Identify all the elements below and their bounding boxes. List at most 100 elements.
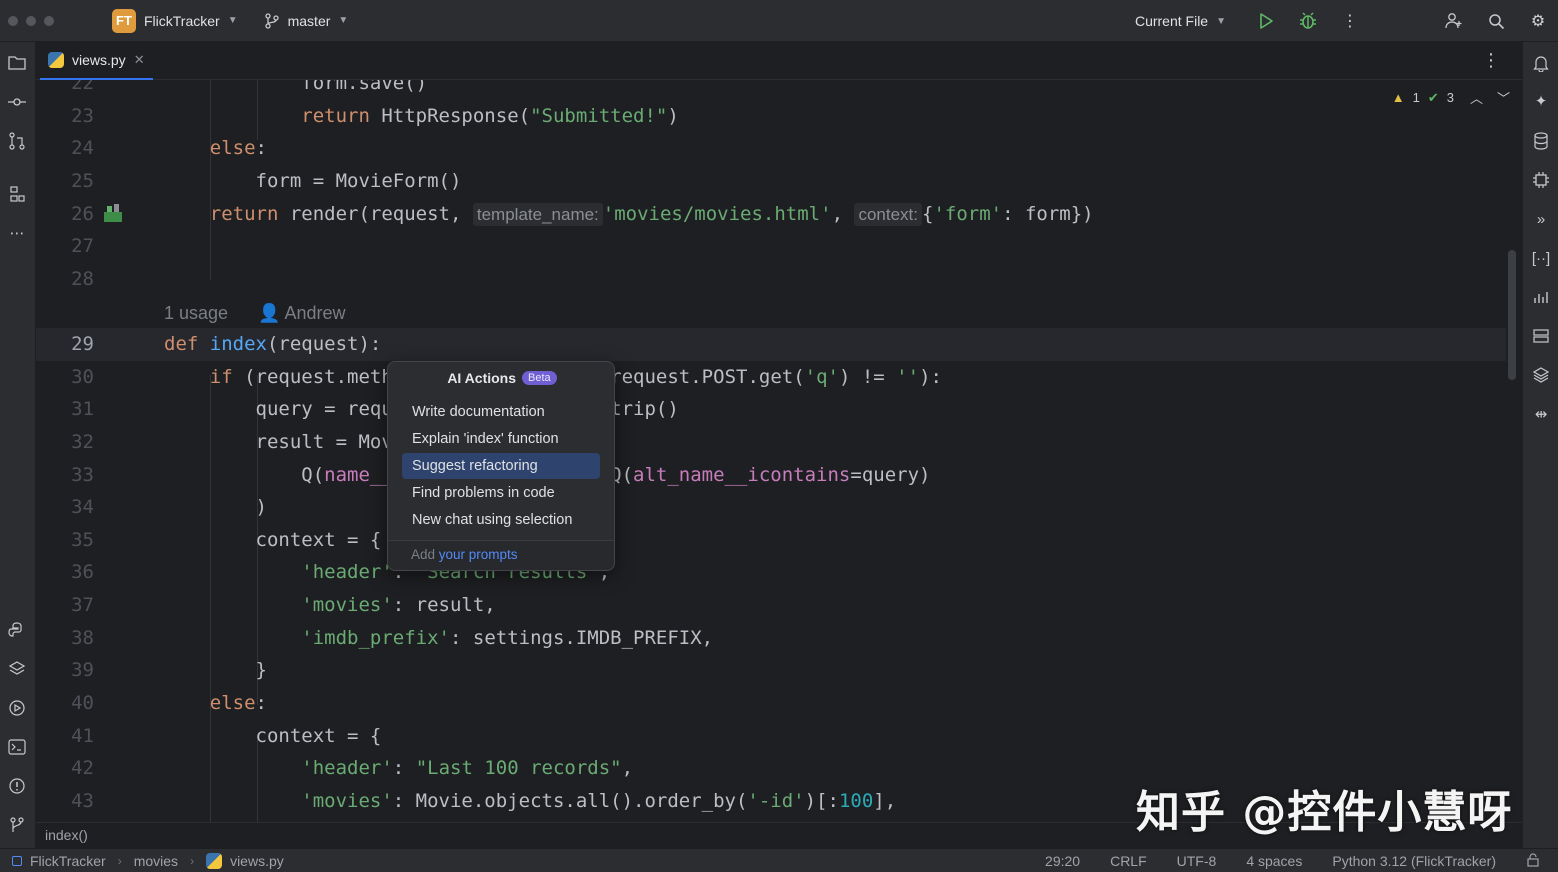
project-selector[interactable]: FT FlickTracker ▼ <box>112 8 238 33</box>
code-line: 36 'header': 'Search results', <box>36 556 1506 589</box>
code-line: 33 Q(name__icontains=query) | Q(alt_name… <box>36 459 1506 492</box>
ai-assistant-icon[interactable]: ✦ <box>1530 90 1552 112</box>
folder-icon[interactable] <box>6 52 28 74</box>
project-name: FlickTracker <box>144 12 220 29</box>
python-console-icon[interactable] <box>6 619 28 641</box>
line-ending[interactable]: CRLF <box>1110 853 1147 869</box>
branch-selector[interactable]: master ▼ <box>264 12 348 29</box>
minimize-window-button[interactable] <box>26 15 36 26</box>
code-vision-hints[interactable]: 1 usage 👤 Andrew <box>164 298 346 328</box>
caret-position[interactable]: 29:20 <box>1045 853 1080 869</box>
problems-icon[interactable] <box>6 775 28 797</box>
services-icon[interactable] <box>6 697 28 719</box>
profiler-icon[interactable] <box>1530 286 1552 308</box>
code-line: 22 form.save() <box>36 80 1506 100</box>
code-editor[interactable]: ▲ 1 ✔ 3 ︿ ﹀ 22 form.save() 23 return Htt… <box>36 80 1522 822</box>
tab-label: views.py <box>72 52 126 68</box>
code-line: 39 } <box>36 654 1506 687</box>
nav-crumb-file[interactable]: views.py <box>230 853 284 869</box>
code-line: 40 else: <box>36 687 1506 720</box>
debug-icon[interactable] <box>1298 11 1318 31</box>
menu-item-suggest-refactoring[interactable]: Suggest refactoring <box>402 453 600 479</box>
run-icon[interactable] <box>1256 11 1276 31</box>
more-vertical-icon[interactable]: ⋮ <box>1340 11 1360 31</box>
run-configuration-selector[interactable]: Current File ▼ <box>1135 13 1226 29</box>
vertical-scrollbar[interactable] <box>1508 250 1516 380</box>
author-name: Andrew <box>284 303 346 323</box>
commit-icon[interactable] <box>6 91 28 113</box>
menu-item-explain-function[interactable]: Explain 'index' function <box>402 426 600 452</box>
branch-name: master <box>287 12 331 29</box>
template-gutter-icon[interactable] <box>102 202 124 224</box>
code-line: 38 'imdb_prefix': settings.IMDB_PREFIX, <box>36 622 1506 655</box>
project-badge: FT <box>112 8 136 33</box>
line-number: 32 <box>71 431 94 453</box>
line-number: 28 <box>71 268 94 290</box>
parameter-hint: template_name: <box>472 203 603 226</box>
breadcrumb-function[interactable]: index() <box>45 827 88 843</box>
close-window-button[interactable] <box>8 15 18 26</box>
indent-setting[interactable]: 4 spaces <box>1246 853 1302 869</box>
code-line: 32 result = Movie.objects.filter( <box>36 426 1506 459</box>
line-number: 29 <box>71 333 94 355</box>
right-tool-strip: ✦ » [··] ⇹ <box>1522 42 1558 848</box>
menu-item-find-problems[interactable]: Find problems in code <box>402 480 600 506</box>
code-with-me-icon[interactable]: ⇹ <box>1530 403 1552 425</box>
tab-views-py[interactable]: views.py ✕ <box>40 42 153 80</box>
popup-title-text: AI Actions <box>447 370 517 386</box>
run-config-label: Current File <box>1134 13 1209 29</box>
usages-count[interactable]: 1 usage <box>164 298 228 328</box>
code-line: 23 return HttpResponse("Submitted!") <box>36 100 1506 133</box>
line-number: 23 <box>71 105 94 127</box>
line-number: 24 <box>71 137 94 159</box>
zoom-window-button[interactable] <box>44 15 54 26</box>
nav-crumb-folder[interactable]: movies <box>134 853 178 869</box>
lock-icon[interactable] <box>1526 852 1540 870</box>
server-icon[interactable] <box>1530 325 1552 347</box>
chevron-down-icon: ▼ <box>1216 15 1226 27</box>
line-number: 39 <box>71 659 94 681</box>
line-number: 40 <box>71 692 94 714</box>
line-number: 36 <box>71 561 94 583</box>
nav-crumb-project[interactable]: FlickTracker <box>30 853 106 869</box>
navigation-bar: FlickTracker › movies › views.py <box>12 852 284 869</box>
stack-icon[interactable] <box>1530 364 1552 386</box>
code-line: 35 context = { <box>36 524 1506 557</box>
status-bar: FlickTracker › movies › views.py 29:20 C… <box>0 848 1558 872</box>
add-prompts-link[interactable]: your prompts <box>439 547 518 562</box>
python-file-icon <box>206 852 223 869</box>
add-user-icon[interactable] <box>1444 11 1464 31</box>
python-file-icon <box>48 52 64 68</box>
code-line: 25 form = MovieForm() <box>36 165 1506 198</box>
endpoints-icon[interactable]: [··] <box>1530 247 1552 269</box>
gear-icon[interactable]: ⚙ <box>1528 11 1548 31</box>
terminal-icon[interactable] <box>6 736 28 758</box>
line-number: 43 <box>71 790 94 812</box>
file-encoding[interactable]: UTF-8 <box>1177 853 1217 869</box>
line-number: 34 <box>71 496 94 518</box>
watermark: 知乎 @控件小慧呀 <box>1136 787 1513 838</box>
menu-item-new-chat[interactable]: New chat using selection <box>402 507 600 533</box>
notifications-icon[interactable] <box>1530 52 1552 74</box>
pull-requests-icon[interactable] <box>6 130 28 152</box>
line-number: 35 <box>71 529 94 551</box>
double-chevron-right-icon[interactable]: » <box>1530 208 1552 230</box>
code-line: 24 else: <box>36 132 1506 165</box>
layers-icon[interactable] <box>6 658 28 680</box>
git-icon[interactable] <box>6 814 28 836</box>
python-interpreter[interactable]: Python 3.12 (FlickTracker) <box>1332 853 1496 869</box>
popup-title: AI Actions Beta <box>388 370 616 386</box>
menu-item-write-documentation[interactable]: Write documentation <box>402 399 600 425</box>
code-line: 37 'movies': result, <box>36 589 1506 622</box>
chip-icon[interactable] <box>1530 169 1552 191</box>
search-icon[interactable] <box>1486 11 1506 31</box>
more-vertical-icon[interactable]: ⋮ <box>1482 50 1500 71</box>
chevron-right-icon: › <box>117 853 122 868</box>
author-hint[interactable]: 👤 Andrew <box>258 298 345 328</box>
code-line: 31 query = request.POST.get('q').strip() <box>36 393 1506 426</box>
window-controls <box>8 15 54 26</box>
more-horizontal-icon[interactable]: ⋯ <box>6 222 28 244</box>
structure-icon[interactable] <box>6 183 28 205</box>
close-icon[interactable]: ✕ <box>134 52 145 68</box>
database-icon[interactable] <box>1530 130 1552 152</box>
